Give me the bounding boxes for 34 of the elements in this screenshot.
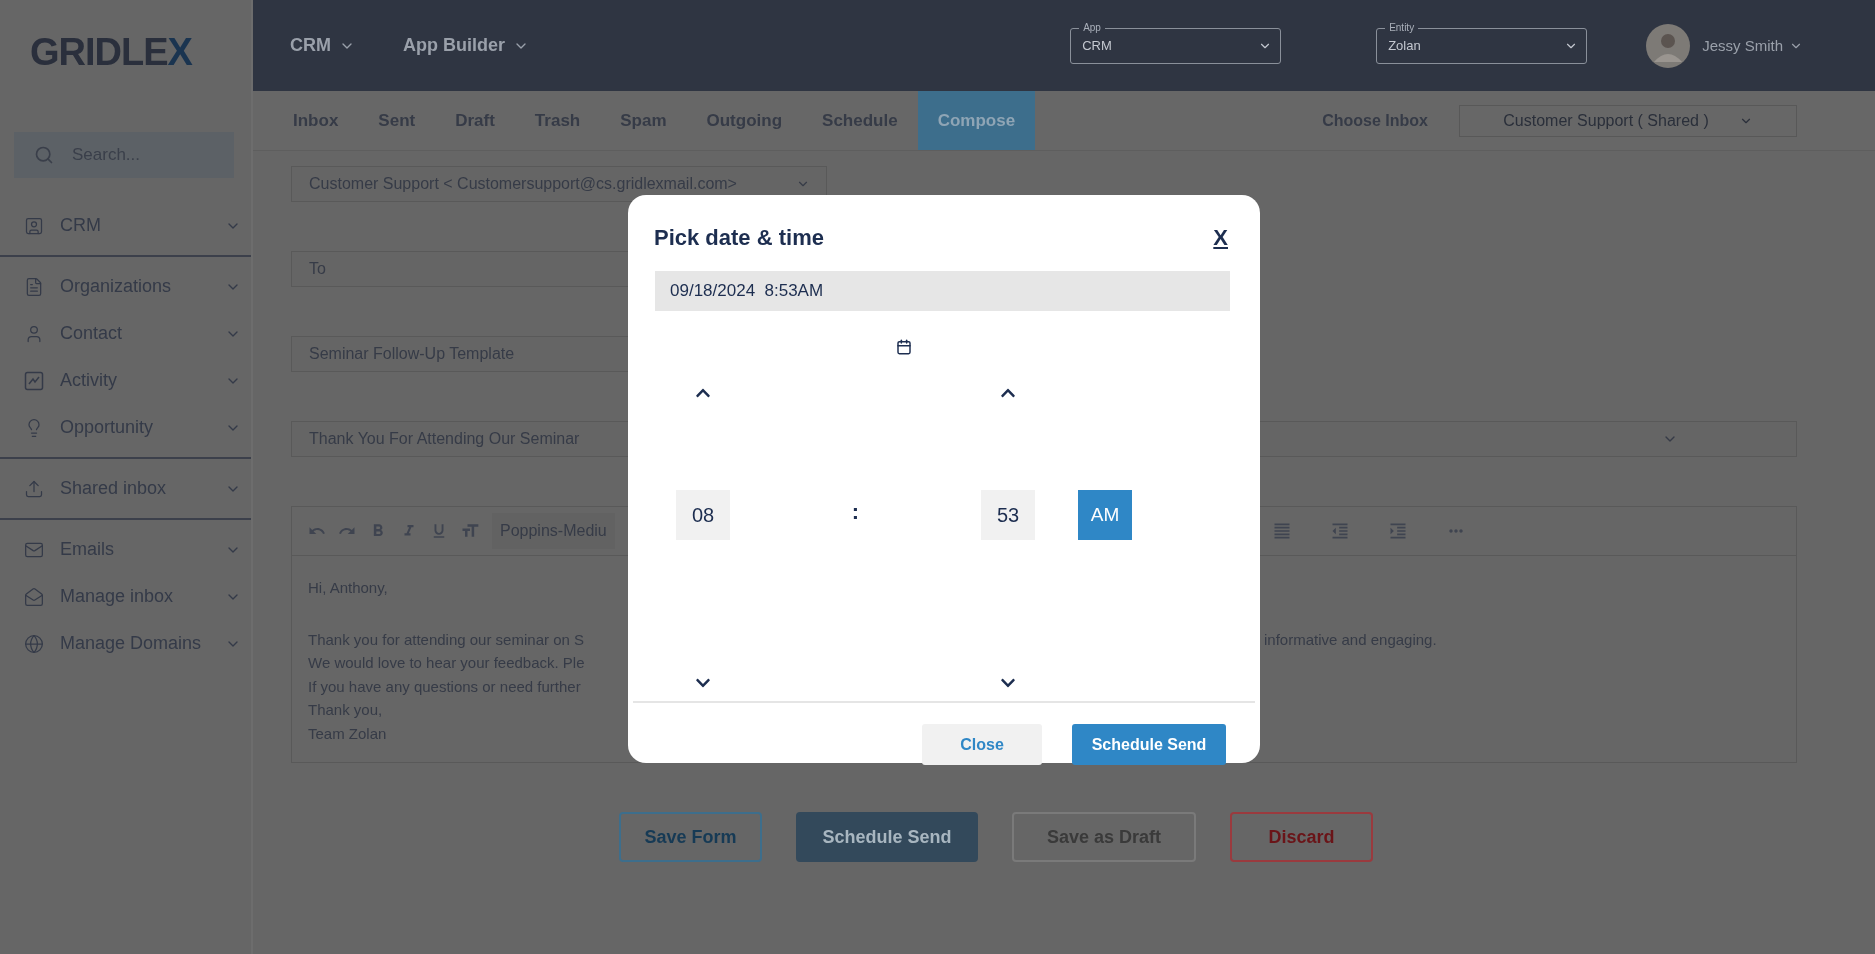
header-menu[interactable]: App Builder	[403, 35, 529, 56]
close-button[interactable]: X	[1213, 225, 1228, 251]
action-button[interactable]: Save Form	[619, 812, 762, 862]
close-button[interactable]: Close	[922, 724, 1042, 765]
field-legend: Entity	[1385, 20, 1419, 35]
tab[interactable]: Compose	[917, 91, 1036, 150]
action-button[interactable]: Schedule Send	[796, 812, 978, 862]
period-toggle[interactable]: AM	[1078, 490, 1132, 540]
inbox-select[interactable]: Customer Support ( Shared )	[1459, 104, 1797, 137]
avatar[interactable]	[1646, 23, 1691, 68]
select-value: Zolan	[1388, 38, 1421, 53]
indent-icon[interactable]	[1388, 521, 1408, 541]
logo: GRIDLEX	[29, 29, 194, 75]
header-menu[interactable]: CRM	[290, 35, 355, 56]
time-separator: :	[851, 499, 860, 525]
field-legend: App	[1079, 20, 1105, 35]
user-name[interactable]: Jessy Smith	[1702, 37, 1783, 54]
document-icon	[24, 276, 44, 297]
dialog-title: Pick date & time	[654, 225, 824, 251]
minute-value[interactable]: 53	[981, 490, 1035, 540]
select-value: CRM	[1082, 38, 1112, 53]
chart-icon	[24, 370, 44, 391]
open-mail-icon	[24, 586, 44, 607]
outdent-icon[interactable]	[1330, 521, 1350, 541]
calendar-icon[interactable]	[896, 339, 912, 355]
search-icon	[34, 145, 54, 165]
globe-icon	[24, 633, 44, 654]
date-time-field[interactable]: 09/18/2024 8:53AM	[655, 271, 1230, 311]
align-justify-icon[interactable]	[1272, 521, 1292, 541]
upload-icon	[24, 478, 44, 499]
user-card-icon	[24, 215, 44, 236]
schedule-send-button[interactable]: Schedule Send	[1072, 724, 1226, 765]
action-button[interactable]: Discard	[1230, 812, 1373, 862]
hour-value[interactable]: 08	[676, 490, 730, 540]
